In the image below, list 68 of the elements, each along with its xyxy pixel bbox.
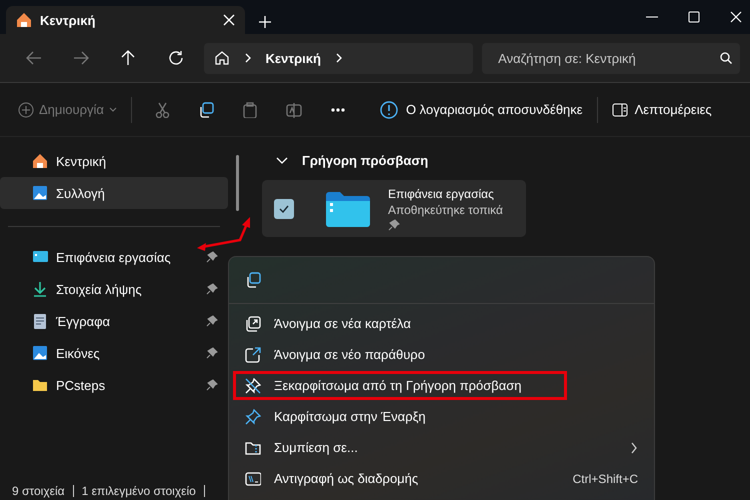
copy-icon[interactable] bbox=[245, 272, 261, 288]
back-arrow-icon[interactable] bbox=[26, 50, 42, 66]
pin-icon bbox=[206, 315, 218, 327]
monitor-icon bbox=[32, 249, 48, 265]
sidebar-item[interactable]: Συλλογή bbox=[0, 177, 228, 209]
pin-icon bbox=[245, 408, 261, 424]
external-link-icon bbox=[245, 346, 261, 362]
sidebar-item[interactable]: Στοιχεία λήψης bbox=[0, 273, 228, 305]
pin-icon bbox=[206, 379, 218, 391]
breadcrumb-item[interactable]: Κεντρική bbox=[266, 50, 321, 66]
address-bar[interactable]: Κεντρική bbox=[204, 42, 474, 74]
chevron-down-icon bbox=[108, 106, 117, 112]
sidebar-item[interactable]: Εικόνες bbox=[0, 337, 228, 369]
account-status-text[interactable]: Ο λογαριασμός αποσυνδέθηκε bbox=[406, 102, 583, 117]
pin-icon bbox=[206, 251, 218, 263]
close-icon[interactable] bbox=[223, 14, 235, 26]
house-icon bbox=[214, 50, 230, 66]
zip-folder-icon bbox=[245, 440, 261, 456]
forward-arrow-icon[interactable] bbox=[73, 50, 90, 66]
folder-tile[interactable]: Επιφάνεια εργασίας Αποθηκεύτηκε τοπικά bbox=[262, 180, 526, 237]
sidebar-item[interactable]: Έγγραφα bbox=[0, 305, 228, 337]
close-icon[interactable] bbox=[730, 11, 742, 23]
new-tab-icon bbox=[245, 316, 261, 332]
checkbox[interactable] bbox=[274, 198, 294, 218]
checkmark-icon bbox=[279, 204, 289, 212]
up-arrow-icon[interactable] bbox=[120, 50, 136, 66]
details-pane-icon bbox=[612, 102, 628, 116]
picture-icon bbox=[32, 185, 48, 201]
search-icon[interactable] bbox=[720, 52, 732, 64]
download-icon bbox=[32, 281, 48, 297]
status-text: 1 επιλεγμένο στοιχείο bbox=[82, 484, 197, 498]
menu-item[interactable]: Άνοιγμα σε νέα καρτέλα bbox=[233, 309, 650, 338]
search-field[interactable]: Αναζήτηση σε: Κεντρική bbox=[496, 50, 720, 66]
refresh-icon[interactable] bbox=[168, 50, 184, 66]
document-icon bbox=[32, 313, 48, 329]
chevron-right-icon[interactable] bbox=[334, 53, 343, 63]
search-box[interactable]: Αναζήτηση σε: Κεντρική bbox=[482, 42, 740, 74]
plus-circle-icon bbox=[18, 102, 34, 118]
sidebar-item[interactable]: Κεντρική bbox=[0, 145, 228, 177]
section-header[interactable]: Γρήγορη πρόσβαση bbox=[276, 153, 428, 168]
chevron-right-icon[interactable] bbox=[244, 53, 252, 63]
folder-icon bbox=[32, 377, 48, 393]
copy-icon[interactable] bbox=[198, 102, 214, 118]
sidebar-item[interactable]: Επιφάνεια εργασίας bbox=[0, 241, 228, 273]
pin-icon bbox=[206, 283, 218, 295]
terminal-icon bbox=[245, 470, 261, 486]
tile-subtitle: Αποθηκεύτηκε τοπικά bbox=[388, 202, 503, 216]
info-icon bbox=[380, 100, 398, 118]
menu-item[interactable]: Ξεκαρφίτσωμα από τη Γρήγορη πρόσβαση bbox=[233, 371, 567, 400]
tile-name: Επιφάνεια εργασίας bbox=[388, 186, 495, 200]
picture-icon bbox=[32, 345, 48, 361]
plus-icon[interactable] bbox=[259, 16, 271, 28]
pin-icon bbox=[206, 347, 218, 359]
menu-item[interactable]: Συμπίεση σε... bbox=[233, 433, 650, 462]
window-tab[interactable]: Κεντρική bbox=[6, 6, 245, 34]
unpin-icon bbox=[245, 378, 261, 394]
menu-item[interactable]: Καρφίτσωμα στην Έναρξη bbox=[233, 402, 650, 431]
house-icon bbox=[32, 153, 48, 169]
folder-icon bbox=[326, 190, 370, 226]
house-icon bbox=[16, 12, 32, 28]
maximize-icon[interactable] bbox=[688, 11, 700, 23]
chevron-down-icon bbox=[276, 156, 288, 164]
status-text: 9 στοιχεία bbox=[12, 484, 66, 498]
menu-item[interactable]: Άνοιγμα σε νέο παράθυρο bbox=[233, 340, 650, 369]
details-button[interactable]: Λεπτομέρειες bbox=[612, 102, 712, 117]
scrollbar[interactable] bbox=[236, 155, 239, 211]
sidebar-item[interactable]: PCsteps bbox=[0, 369, 228, 401]
menu-item[interactable]: Αντιγραφή ως διαδρομής Ctrl+Shift+C bbox=[233, 464, 650, 493]
